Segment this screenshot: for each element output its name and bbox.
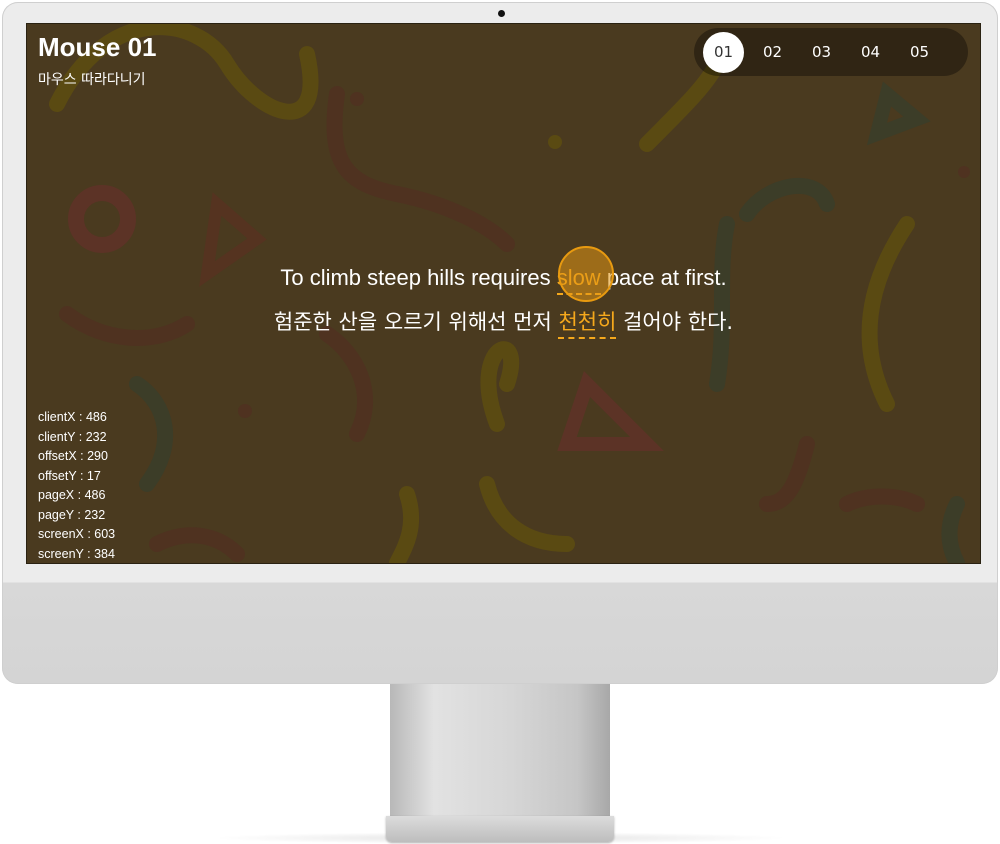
triangle-shape-2 (557, 371, 664, 451)
info-screen-y: screenY : 384 (38, 546, 115, 561)
camera-dot (498, 10, 505, 17)
squiggle-8 (129, 376, 174, 492)
info-page-y: pageY : 232 (38, 507, 106, 522)
squiggle-12 (479, 476, 575, 552)
dot-4 (548, 135, 562, 149)
squiggle-14 (941, 496, 965, 563)
squiggle-4 (480, 341, 520, 432)
mouse-cursor-circle (558, 246, 614, 302)
squiggle-5 (709, 216, 735, 392)
nav-item-02[interactable]: 02 (752, 32, 793, 73)
english-sentence: To climb steep hills requires slow pace … (27, 265, 980, 295)
squiggle-3 (739, 178, 835, 222)
english-text-before: To climb steep hills requires (280, 265, 557, 290)
squiggle-15 (839, 488, 925, 512)
info-offset-y: offsetY : 17 (38, 468, 101, 483)
page-title: Mouse 01 (38, 32, 157, 62)
dot-2 (238, 404, 252, 418)
background-squiggles (49, 24, 970, 563)
squiggle-13 (389, 486, 420, 563)
nav-item-03[interactable]: 03 (801, 32, 842, 73)
info-client-y: clientY : 232 (38, 429, 107, 444)
english-text-after: pace at first. (600, 265, 727, 290)
korean-text-after: 걸어야 한다. (616, 310, 734, 334)
squiggle-2 (326, 86, 515, 252)
korean-text-before: 험준한 산을 오르기 위해선 먼저 (273, 310, 559, 334)
dot-1 (350, 92, 364, 106)
monitor-stand (390, 684, 610, 818)
triangle-shape-1 (199, 192, 267, 287)
nav-item-04[interactable]: 04 (850, 32, 891, 73)
info-page-x: pageX : 486 (38, 488, 106, 502)
dot-3 (958, 166, 970, 178)
monitor-base (386, 816, 614, 842)
mouse-info-panel: clientX : 486 clientY : 232 offsetX : 29… (38, 408, 116, 563)
page-nav: 01 02 03 04 05 (694, 28, 968, 76)
nav-item-05[interactable]: 05 (899, 32, 940, 73)
page-subtitle: 마우스 따라다니기 (38, 72, 146, 88)
nav-item-01[interactable]: 01 (703, 31, 744, 73)
squiggle-6 (639, 56, 725, 152)
info-offset-x: offsetX : 290 (38, 449, 108, 463)
monitor-frame: Mouse 01 마우스 따라다니기 01 02 03 04 05 To cli… (2, 2, 998, 684)
squiggle-10 (759, 436, 815, 512)
info-screen-x: screenX : 603 (38, 527, 116, 541)
squiggle-9 (319, 326, 373, 442)
circle-shape (68, 185, 136, 253)
info-client-x: clientX : 486 (38, 410, 107, 424)
screen[interactable]: Mouse 01 마우스 따라다니기 01 02 03 04 05 To cli… (26, 23, 981, 564)
korean-highlight[interactable]: 천천히 (558, 310, 617, 339)
triangle-shape-3 (866, 81, 931, 146)
squiggle-16 (149, 527, 245, 562)
korean-sentence: 험준한 산을 오르기 위해선 먼저 천천히 걸어야 한다. (27, 306, 980, 339)
